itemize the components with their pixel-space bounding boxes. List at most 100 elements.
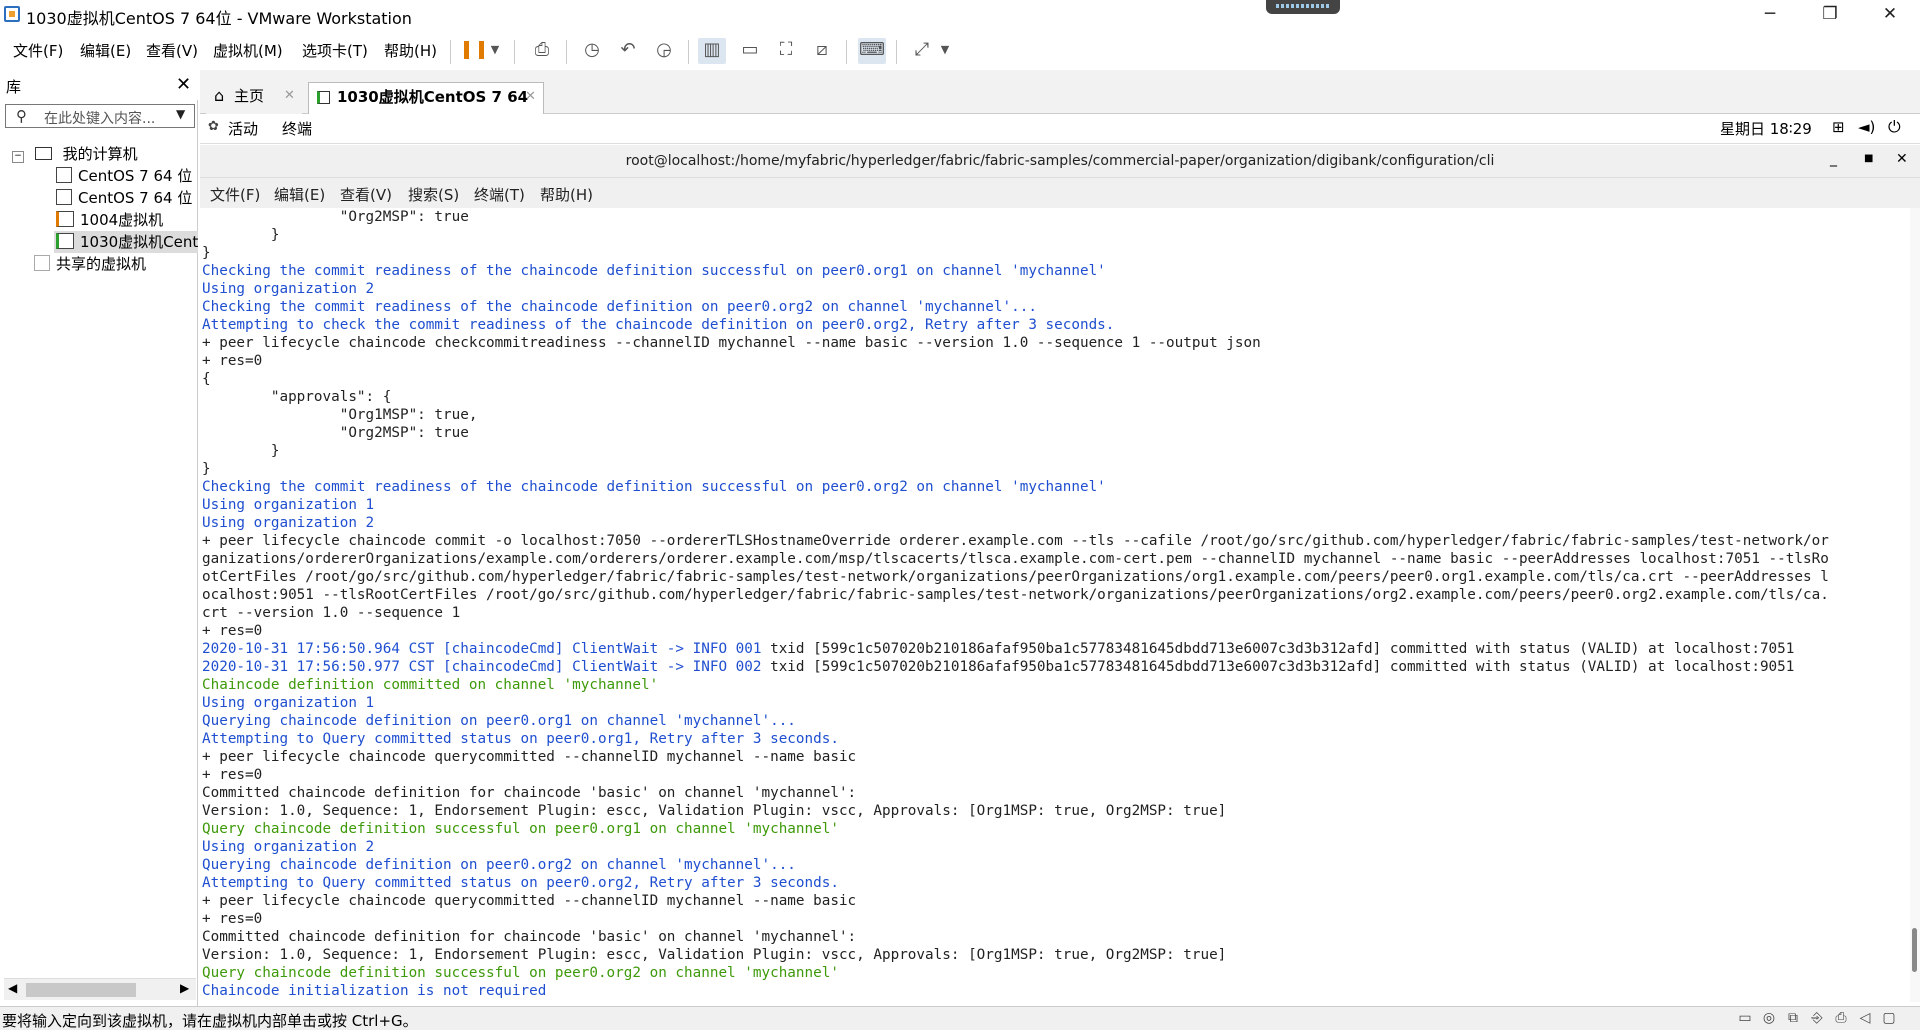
terminal-line: + peer lifecycle chaincode querycommitte…	[202, 893, 857, 909]
terminal-title: root@localhost:/home/myfabric/hyperledge…	[625, 153, 1495, 169]
app-menu-terminal[interactable]: 终端	[282, 118, 312, 139]
terminal-menu-view[interactable]: 查看(V)	[340, 184, 392, 205]
tab-close-icon[interactable]: ✕	[284, 82, 295, 110]
thumbnail-bar-icon[interactable]: ▭	[736, 38, 764, 64]
title-bar: 1030虚拟机CentOS 7 64位 - VMware Workstation…	[0, 0, 1920, 30]
terminal-line: + peer lifecycle chaincode checkcommitre…	[202, 335, 1261, 351]
menu-vm[interactable]: 虚拟机(M)	[213, 40, 283, 61]
terminal-menu-search[interactable]: 搜索(S)	[408, 184, 459, 205]
stretch-dropdown-icon[interactable]: ▼	[936, 38, 954, 64]
restore-button[interactable]: ❐	[1800, 0, 1860, 30]
menu-edit[interactable]: 编辑(E)	[80, 40, 131, 61]
library-search-placeholder: 在此处键入内容...	[44, 111, 156, 127]
minimize-button[interactable]: ─	[1740, 0, 1800, 30]
network-adapter-icon[interactable]: ⧉	[1784, 1010, 1802, 1026]
scroll-right-icon[interactable]: ▶	[180, 981, 189, 995]
send-ctrl-alt-del-icon[interactable]: ⎙	[528, 38, 556, 64]
terminal-scrollbar[interactable]	[1910, 208, 1920, 1002]
tab-vm-1030[interactable]: 1030虚拟机CentOS 7 64位 ✕	[308, 82, 544, 134]
volume-icon[interactable]: ◄)	[1858, 118, 1875, 136]
terminal-line: 2020-10-31 17:56:50.964 CST [chaincodeCm…	[202, 641, 1795, 657]
terminal-line: Attempting to check the commit readiness…	[202, 317, 1115, 333]
menu-help[interactable]: 帮助(H)	[384, 40, 437, 61]
terminal-line: + peer lifecycle chaincode querycommitte…	[202, 749, 857, 765]
cd-dvd-icon[interactable]: ◎	[1760, 1010, 1778, 1026]
terminal-output[interactable]: "Org2MSP": true }} Checking the commit re…	[200, 208, 1910, 1002]
terminal-line: Committed chaincode definition for chain…	[202, 929, 857, 945]
terminal-line: ganizations/ordererOrganizations/example…	[202, 551, 1829, 567]
snapshot-icon[interactable]: ◷	[578, 38, 606, 64]
terminal-menu-edit[interactable]: 编辑(E)	[274, 184, 325, 205]
unity-icon[interactable]: ⧄	[808, 38, 836, 64]
clock[interactable]: 星期日 18∶29	[1720, 118, 1812, 139]
sound-icon[interactable]: ◁	[1856, 1010, 1874, 1026]
activities-icon: ✿	[208, 119, 219, 134]
power-icon[interactable]: ⏻	[1888, 117, 1901, 137]
chevron-down-icon[interactable]: ▼	[176, 107, 185, 121]
toolbar-separator	[846, 40, 847, 64]
status-bar: 要将输入定向到该虚拟机，请在虚拟机内部单击或按 Ctrl+G。 ▭ ◎ ⧉ ⎆ …	[0, 1006, 1920, 1030]
terminal-maximize-icon[interactable]: ■	[1864, 153, 1873, 164]
scrollbar-thumb[interactable]	[26, 983, 136, 997]
usb-icon[interactable]: ⎆	[1808, 1010, 1826, 1026]
terminal-minimize-icon[interactable]: _	[1830, 151, 1837, 167]
terminal-line: }	[202, 245, 211, 261]
vm-paused-icon	[56, 211, 74, 227]
console-view-icon[interactable]: ⌨	[858, 38, 886, 64]
fullscreen-drop-tab[interactable]	[1266, 0, 1340, 14]
pause-icon[interactable]	[460, 38, 488, 64]
scrollbar-thumb[interactable]	[1912, 928, 1917, 972]
menu-file[interactable]: 文件(F)	[13, 40, 63, 61]
activities-button[interactable]: 活动	[228, 118, 258, 139]
scroll-left-icon[interactable]: ◀	[8, 981, 17, 995]
terminal-line: 2020-10-31 17:56:50.977 CST [chaincodeCm…	[202, 659, 1795, 675]
tab-close-icon[interactable]: ✕	[525, 83, 536, 111]
tree-vm-item[interactable]: 1004虚拟机	[56, 209, 163, 231]
close-button[interactable]: ✕	[1860, 0, 1920, 30]
terminal-line: ocalhost:9051 --tlsRootCertFiles /root/g…	[202, 587, 1829, 603]
printer-icon[interactable]: ⎙	[1832, 1010, 1850, 1026]
toolbar-separator	[450, 40, 451, 64]
terminal-line: + res=0	[202, 911, 263, 927]
snapshot-manager-icon[interactable]: ◶	[650, 38, 678, 64]
terminal-line: Attempting to Query committed status on …	[202, 731, 839, 747]
status-message: 要将输入定向到该虚拟机，请在虚拟机内部单击或按 Ctrl+G。	[2, 1012, 418, 1030]
hard-disk-icon[interactable]: ▭	[1736, 1010, 1754, 1026]
toolbar-separator	[896, 40, 897, 64]
terminal-line: Using organization 1	[202, 695, 375, 711]
collapse-icon[interactable]: −	[12, 151, 24, 163]
show-library-icon[interactable]: ▥	[698, 38, 726, 64]
fullscreen-icon[interactable]: ⛶	[772, 38, 800, 64]
library-header: 库 ✕	[0, 70, 198, 100]
power-dropdown-icon[interactable]: ▼	[486, 38, 504, 64]
display-icon[interactable]: ▢	[1880, 1010, 1898, 1026]
terminal-menu-terminal[interactable]: 终端(T)	[474, 184, 525, 205]
tree-vm-item-selected[interactable]: 1030虚拟机Cent	[54, 231, 198, 253]
tab-label: 主页	[234, 87, 265, 105]
network-icon[interactable]: ⊞	[1832, 118, 1845, 136]
library-horizontal-scrollbar[interactable]: ◀ ▶	[4, 978, 196, 1000]
tab-home[interactable]: ⌂ 主页 ✕	[206, 82, 302, 114]
library-search-input[interactable]: ⚲ 在此处键入内容... ▼	[5, 104, 195, 128]
terminal-close-icon[interactable]: ✕	[1896, 151, 1908, 167]
tree-my-computer[interactable]: − 我的计算机	[12, 143, 138, 165]
revert-snapshot-icon[interactable]: ↶	[614, 38, 642, 64]
shared-vm-icon	[34, 255, 50, 271]
stretch-view-icon[interactable]: ⤢	[908, 38, 936, 64]
terminal-titlebar: root@localhost:/home/myfabric/hyperledge…	[200, 145, 1920, 178]
menu-tabs[interactable]: 选项卡(T)	[302, 40, 368, 61]
library-close-icon[interactable]: ✕	[176, 74, 191, 95]
tree-vm-item[interactable]: CentOS 7 64 位	[56, 187, 192, 209]
terminal-line: Querying chaincode definition on peer0.o…	[202, 857, 796, 873]
tree-vm-item[interactable]: CentOS 7 64 位	[56, 165, 192, 187]
terminal-line: Chaincode initialization is not required	[202, 983, 547, 999]
terminal-menu-file[interactable]: 文件(F)	[210, 184, 260, 205]
tree-shared-vms[interactable]: 共享的虚拟机	[34, 253, 146, 275]
terminal-menu-help[interactable]: 帮助(H)	[540, 184, 593, 205]
menu-view[interactable]: 查看(V)	[146, 40, 198, 61]
terminal-line: Using organization 1	[202, 497, 375, 513]
terminal-line: }	[202, 227, 280, 243]
terminal-line: Query chaincode definition successful on…	[202, 821, 839, 837]
gnome-top-bar: ✿ 活动 终端 星期日 18∶29 ⊞ ◄) ⏻	[200, 114, 1920, 144]
terminal-line: Checking the commit readiness of the cha…	[202, 479, 1106, 495]
